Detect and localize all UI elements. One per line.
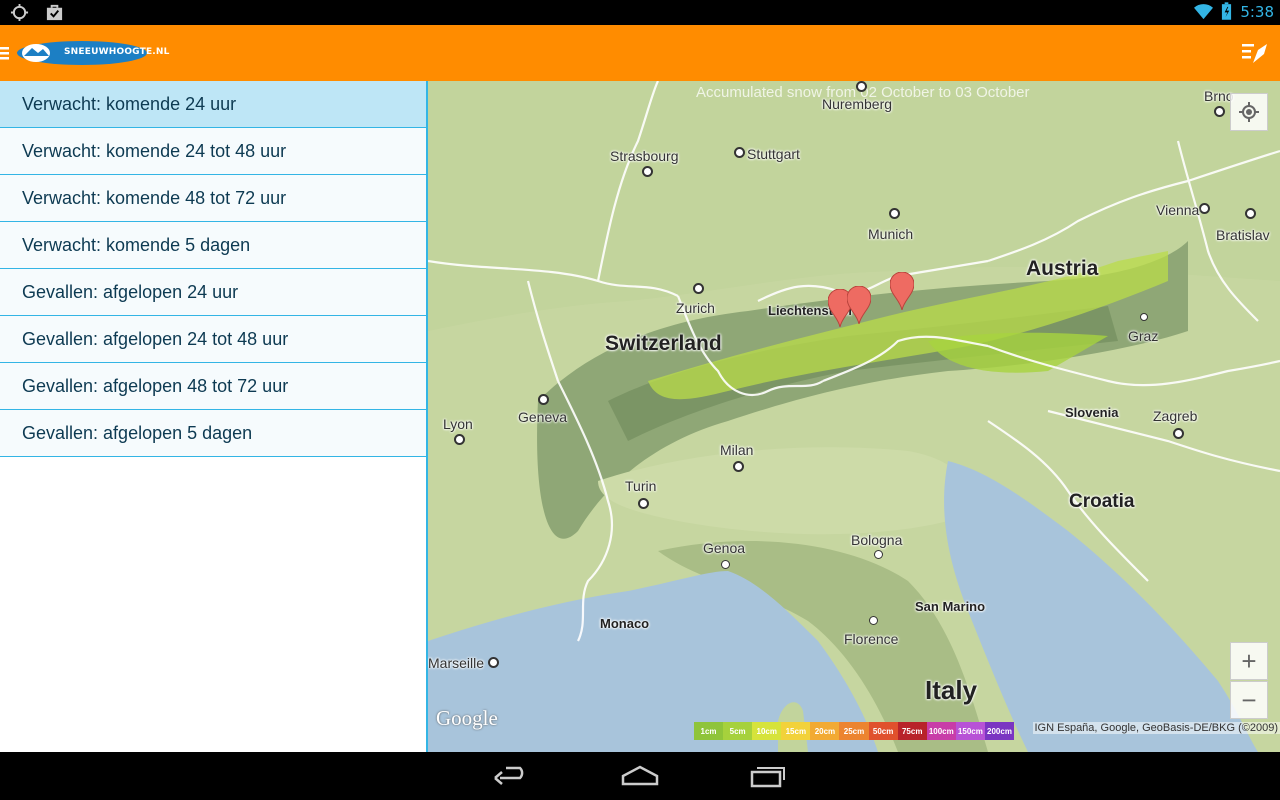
menu-item-gevallen-24[interactable]: Gevallen: afgelopen 24 uur xyxy=(0,269,426,316)
map-marker-2[interactable] xyxy=(847,286,871,324)
legend-item: 100cm xyxy=(926,722,956,740)
map-label-geneva: Geneva xyxy=(518,409,568,425)
menu-item-label: Gevallen: afgelopen 5 dagen xyxy=(22,422,253,443)
snow-forecast-menu: Verwacht: komende 24 uur Verwacht: komen… xyxy=(0,81,428,752)
map-label-bratislava: Bratislav xyxy=(1216,227,1270,243)
back-icon[interactable] xyxy=(492,762,532,790)
sync-icon xyxy=(10,3,29,22)
map-label-bologna: Bologna xyxy=(851,532,903,548)
legend-item: 10cm xyxy=(752,722,782,740)
city-dot-brno xyxy=(1214,106,1225,117)
legend-item: 15cm xyxy=(781,722,811,740)
home-icon[interactable] xyxy=(620,762,660,790)
menu-item-verwacht-5-dagen[interactable]: Verwacht: komende 5 dagen xyxy=(0,222,426,269)
clock: 5:38 xyxy=(1240,2,1274,21)
map-label-stuttgart: Stuttgart xyxy=(747,146,800,162)
menu-item-label: Gevallen: afgelopen 24 tot 48 uur xyxy=(22,328,289,349)
menu-item-label: Verwacht: komende 24 tot 48 uur xyxy=(22,140,287,161)
map-label-italy: Italy xyxy=(925,675,978,705)
menu-item-gevallen-48-72[interactable]: Gevallen: afgelopen 48 tot 72 uur xyxy=(0,363,426,410)
action-bar: SNEEUWHOOGTE.NL xyxy=(0,25,1280,81)
map-label-nuremberg: Nuremberg xyxy=(822,96,893,112)
map-label-switzerland: Switzerland xyxy=(605,332,722,355)
app-logo[interactable]: SNEEUWHOOGTE.NL xyxy=(16,40,169,66)
legend-item: 25cm xyxy=(839,722,869,740)
recent-apps-icon[interactable] xyxy=(748,762,788,790)
city-dot-bologna xyxy=(874,550,883,559)
menu-item-verwacht-48-72[interactable]: Verwacht: komende 48 tot 72 uur xyxy=(0,175,426,222)
city-dot-nuremberg xyxy=(856,81,867,92)
hamburger-icon[interactable] xyxy=(0,45,10,61)
menu-item-label: Verwacht: komende 48 tot 72 uur xyxy=(22,187,287,208)
map-attribution[interactable]: IGN España, Google, GeoBasis-DE/BKG (©20… xyxy=(1032,722,1280,734)
menu-item-label: Verwacht: komende 24 uur xyxy=(22,93,237,114)
city-dot-vienna xyxy=(1199,203,1210,214)
city-dot-florence xyxy=(869,616,878,625)
city-dot-turin xyxy=(638,498,649,509)
map-label-vienna: Vienna xyxy=(1156,202,1200,218)
share-icon[interactable] xyxy=(1242,41,1268,65)
battery-icon xyxy=(1222,2,1232,20)
map-label-monaco: Monaco xyxy=(600,616,650,631)
google-logo[interactable]: Google xyxy=(436,706,498,731)
map-label-zurich: Zurich xyxy=(676,300,715,316)
menu-item-verwacht-24-48[interactable]: Verwacht: komende 24 tot 48 uur xyxy=(0,128,426,175)
city-dot-geneva xyxy=(538,394,549,405)
map-label-lyon: Lyon xyxy=(443,416,473,432)
zoom-out-button[interactable]: − xyxy=(1230,681,1268,719)
map-label-graz: Graz xyxy=(1128,328,1159,344)
city-dot-stuttgart xyxy=(734,147,745,158)
map-label-munich: Munich xyxy=(868,226,914,242)
city-dot-zurich xyxy=(693,283,704,294)
my-location-button[interactable] xyxy=(1230,93,1268,131)
city-dot-strasbourg xyxy=(642,166,653,177)
map-label-strasbourg: Strasbourg xyxy=(610,148,679,164)
menu-item-label: Gevallen: afgelopen 48 tot 72 uur xyxy=(22,375,289,396)
map-label-marseille: Marseille xyxy=(428,655,485,671)
map-label-milan: Milan xyxy=(720,442,754,458)
wifi-icon xyxy=(1194,4,1214,20)
map-label-slovenia: Slovenia xyxy=(1065,405,1119,420)
legend-item: 1cm xyxy=(694,722,724,740)
zoom-in-button[interactable]: + xyxy=(1230,642,1268,680)
city-dot-marseille xyxy=(488,657,499,668)
menu-item-label: Verwacht: komende 5 dagen xyxy=(22,234,251,255)
map-label-croatia: Croatia xyxy=(1069,491,1135,512)
menu-item-label: Gevallen: afgelopen 24 uur xyxy=(22,281,239,302)
legend-item: 200cm xyxy=(984,722,1015,740)
map-label-san-marino: San Marino xyxy=(915,599,986,614)
city-dot-munich xyxy=(889,208,900,219)
navigation-bar xyxy=(0,752,1280,800)
city-dot-genoa xyxy=(721,560,730,569)
legend-item: 5cm xyxy=(723,722,753,740)
legend-item: 20cm xyxy=(810,722,840,740)
menu-item-gevallen-5-dagen[interactable]: Gevallen: afgelopen 5 dagen xyxy=(0,410,426,457)
city-dot-bratislava xyxy=(1245,208,1256,219)
map-label-turin: Turin xyxy=(625,478,657,494)
map-label-florence: Florence xyxy=(844,631,899,647)
crosshair-icon xyxy=(1239,102,1259,122)
map-label-zagreb: Zagreb xyxy=(1153,408,1198,424)
status-bar: 5:38 xyxy=(0,0,1280,25)
legend-item: 50cm xyxy=(868,722,898,740)
map-label-genoa: Genoa xyxy=(703,540,746,556)
city-dot-lyon xyxy=(454,434,465,445)
snow-map[interactable]: Accumulated snow from 02 October to 03 O… xyxy=(428,81,1280,752)
legend-item: 150cm xyxy=(955,722,985,740)
snow-legend: 1cm 5cm 10cm 15cm 20cm 25cm 50cm 75cm 100cm 150cm… xyxy=(694,722,1015,740)
city-dot-milan xyxy=(733,461,744,472)
menu-item-verwacht-24[interactable]: Verwacht: komende 24 uur xyxy=(0,81,426,128)
shopping-bag-icon xyxy=(46,4,63,21)
menu-item-gevallen-24-48[interactable]: Gevallen: afgelopen 24 tot 48 uur xyxy=(0,316,426,363)
city-dot-graz xyxy=(1140,313,1148,321)
map-marker-3[interactable] xyxy=(890,272,914,310)
city-dot-zagreb xyxy=(1173,428,1184,439)
logo-text: SNEEUWHOOGTE.NL xyxy=(64,47,170,57)
map-label-austria: Austria xyxy=(1026,257,1099,280)
legend-item: 75cm xyxy=(897,722,927,740)
